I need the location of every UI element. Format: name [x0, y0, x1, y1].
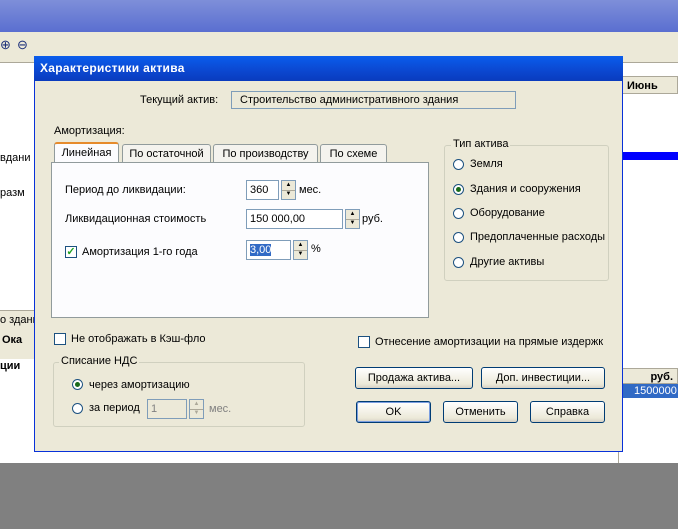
vat-period-input[interactable]: 1 — [147, 399, 187, 419]
bg-row-text: Ока — [2, 334, 23, 346]
app-empty-area — [0, 463, 678, 529]
radio-buildings[interactable] — [453, 184, 464, 195]
radio-vat-period-label: за период — [89, 402, 140, 414]
radio-vat-amortization[interactable] — [72, 379, 83, 390]
current-asset-field: Строительство административного здания — [231, 91, 516, 109]
first-year-spinner[interactable]: ▲ ▼ — [293, 240, 308, 260]
period-unit: мес. — [299, 184, 322, 196]
tab-linear[interactable]: Линейная — [54, 142, 119, 163]
hide-cashflow-checkbox[interactable] — [54, 333, 66, 345]
vat-label: Списание НДС — [59, 355, 140, 367]
direct-costs-label: Отнесение амортизации на прямые издержк — [375, 336, 604, 348]
first-year-label: Амортизация 1-го года — [82, 246, 198, 258]
tab-scheme[interactable]: По схеме — [320, 144, 387, 163]
liquidation-unit: руб. — [362, 213, 383, 225]
column-header-month: Июнь — [618, 76, 678, 94]
radio-other-label: Другие активы — [470, 256, 545, 268]
spin-down-icon[interactable]: ▼ — [282, 190, 295, 199]
radio-land[interactable] — [453, 159, 464, 170]
period-spinner[interactable]: ▲ ▼ — [281, 180, 296, 200]
liquidation-label: Ликвидационная стоимость — [65, 213, 207, 225]
additional-investment-button[interactable]: Доп. инвестиции... — [481, 367, 605, 389]
spin-down-icon[interactable]: ▼ — [294, 250, 307, 259]
ok-button[interactable]: OK — [356, 401, 431, 423]
selection-bar — [618, 152, 678, 160]
vat-period-unit: мес. — [209, 403, 232, 415]
direct-costs-checkbox[interactable] — [358, 336, 370, 348]
period-input[interactable]: 360 — [246, 180, 279, 200]
spin-down-icon[interactable]: ▼ — [346, 219, 359, 228]
first-year-input[interactable]: 3,00 — [246, 240, 291, 260]
selected-cell[interactable]: 1500000 — [618, 384, 678, 398]
tab-production[interactable]: По производству — [213, 144, 318, 163]
hide-cashflow-label: Не отображать в Кэш-фло — [71, 333, 206, 345]
first-year-unit: % — [311, 243, 321, 255]
bg-row-text: разм — [0, 187, 25, 199]
sell-asset-button[interactable]: Продажа актива... — [355, 367, 473, 389]
amortization-label: Амортизация: — [54, 125, 125, 137]
first-year-value: 3,00 — [250, 244, 272, 256]
current-asset-label: Текущий актив: — [140, 94, 219, 106]
bg-row-text: ции — [0, 360, 21, 372]
liquidation-spinner[interactable]: ▲ ▼ — [345, 209, 360, 229]
asset-type-label: Тип актива — [451, 138, 511, 150]
radio-buildings-label: Здания и сооружения — [470, 183, 581, 195]
period-label: Период до ликвидации: — [65, 184, 186, 196]
zoom-out-icon[interactable]: ⊖ — [17, 38, 31, 52]
radio-vat-period[interactable] — [72, 403, 83, 414]
radio-other[interactable] — [453, 257, 464, 268]
app-title-bar — [0, 0, 678, 32]
bg-row-text: вдани — [0, 152, 31, 164]
bg-row-text: о здани — [0, 314, 39, 326]
radio-equipment-label: Оборудование — [470, 207, 545, 219]
cancel-button[interactable]: Отменить — [443, 401, 518, 423]
radio-prepaid[interactable] — [453, 232, 464, 243]
radio-vat-amortization-label: через амортизацию — [89, 379, 190, 391]
column-header-currency: руб. — [618, 368, 678, 384]
zoom-in-icon[interactable]: ⊕ — [0, 38, 14, 52]
liquidation-input[interactable]: 150 000,00 — [246, 209, 343, 229]
vat-period-spinner[interactable]: ▲ ▼ — [189, 399, 204, 419]
help-button[interactable]: Справка — [530, 401, 605, 423]
radio-equipment[interactable] — [453, 208, 464, 219]
dialog-title[interactable]: Характеристики актива — [34, 56, 623, 81]
radio-land-label: Земля — [470, 158, 503, 170]
spin-down-icon[interactable]: ▼ — [190, 409, 203, 418]
radio-prepaid-label: Предоплаченные расходы — [470, 231, 606, 243]
tab-residual[interactable]: По остаточной — [122, 144, 211, 163]
first-year-checkbox[interactable]: ✓ — [65, 246, 77, 258]
